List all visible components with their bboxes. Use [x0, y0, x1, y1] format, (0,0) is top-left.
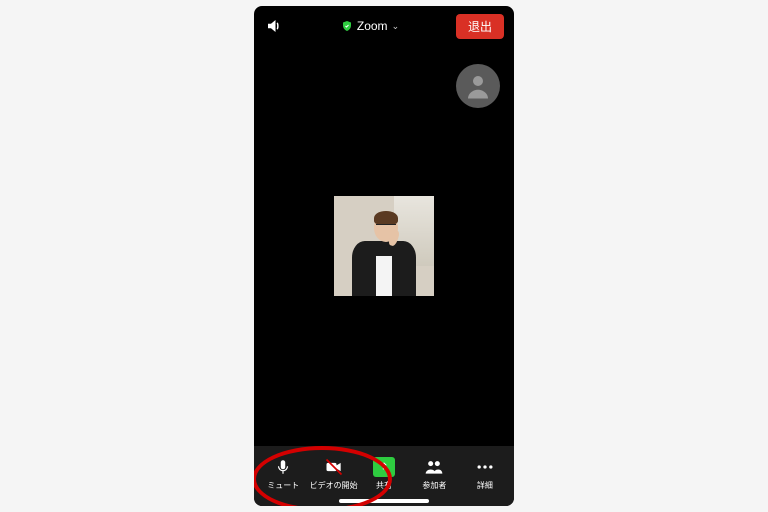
video-off-icon [324, 457, 344, 477]
remote-participant-avatar[interactable] [456, 64, 500, 108]
chevron-down-icon: ⌄ [392, 21, 400, 32]
participants-button[interactable]: 参加者 [409, 457, 459, 491]
more-label: 詳細 [477, 480, 493, 491]
app-title-text: Zoom [357, 19, 388, 33]
meeting-title[interactable]: Zoom ⌄ [341, 19, 399, 33]
self-video-placeholder [334, 196, 434, 296]
video-label: ビデオの開始 [310, 480, 358, 491]
home-indicator [339, 499, 429, 503]
video-area [254, 46, 514, 446]
bottom-toolbar: ミュート ビデオの開始 共有 [254, 446, 514, 506]
more-horizontal-icon [475, 457, 495, 477]
start-video-button[interactable]: ビデオの開始 [308, 457, 358, 491]
phone-frame: Zoom ⌄ 退出 [254, 6, 514, 506]
share-screen-icon [373, 457, 395, 477]
microphone-icon [273, 457, 293, 477]
person-icon [463, 71, 493, 101]
speaker-icon[interactable] [264, 16, 284, 36]
mute-button[interactable]: ミュート [258, 457, 308, 491]
shield-check-icon [341, 20, 353, 32]
mute-label: ミュート [267, 480, 299, 491]
more-button[interactable]: 詳細 [460, 457, 510, 491]
participants-icon [424, 457, 444, 477]
participants-label: 参加者 [422, 480, 446, 491]
share-label: 共有 [376, 480, 392, 491]
top-bar: Zoom ⌄ 退出 [254, 6, 514, 46]
exit-button[interactable]: 退出 [456, 14, 504, 39]
share-button[interactable]: 共有 [359, 457, 409, 491]
self-video-thumbnail[interactable] [334, 196, 434, 296]
